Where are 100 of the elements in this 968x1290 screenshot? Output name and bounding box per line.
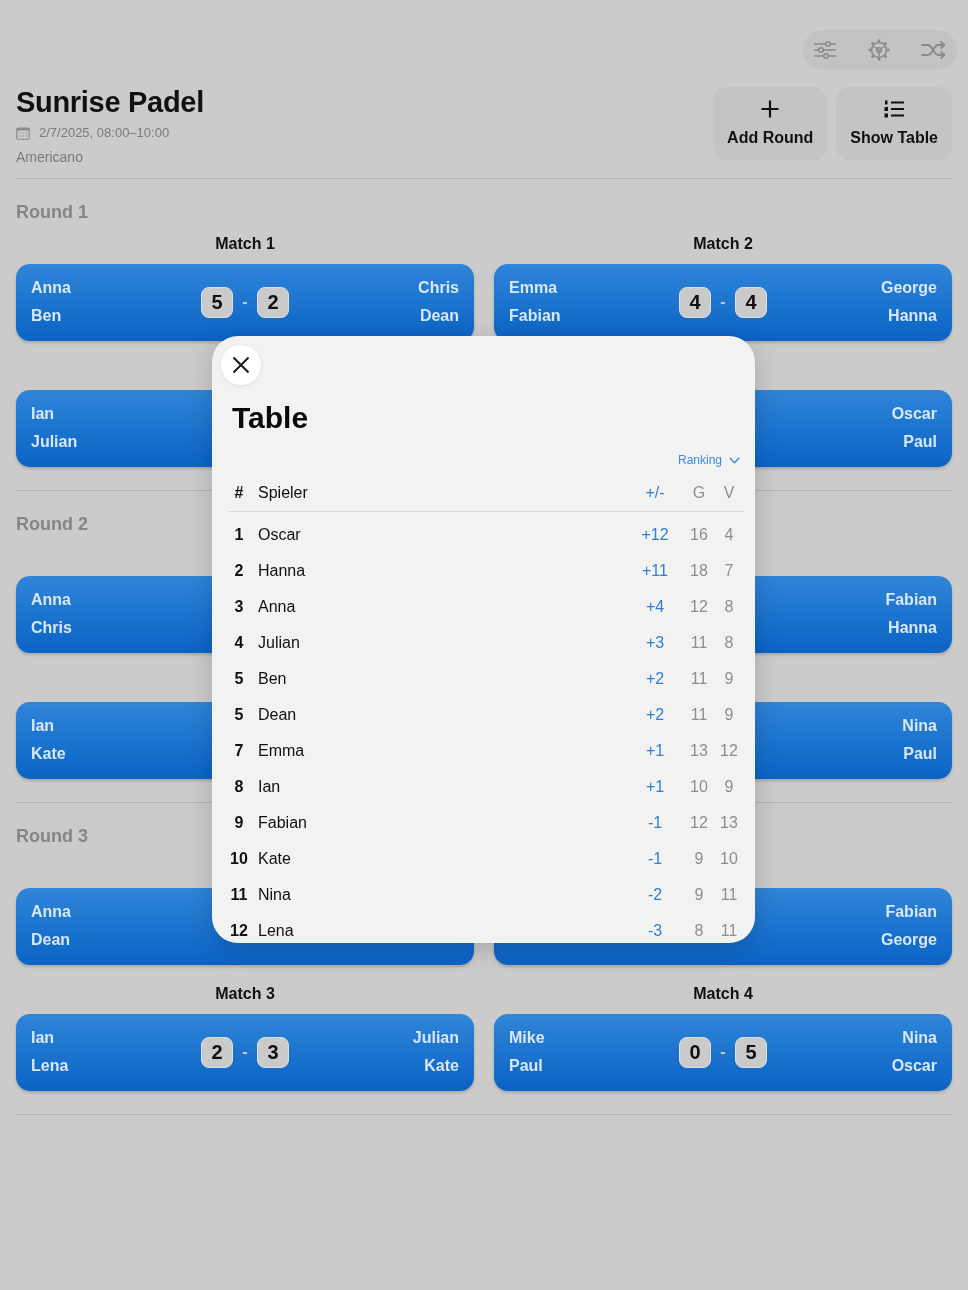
add-round-button[interactable]: Add Round <box>713 87 828 160</box>
team-score: 4 <box>679 286 711 318</box>
score-separator: - <box>719 293 727 311</box>
sliders-icon[interactable] <box>813 40 837 60</box>
team-score: 0 <box>679 1036 711 1068</box>
table-cell-text: 9 <box>693 849 705 869</box>
player-name: Hanna <box>257 561 307 581</box>
player-name: George <box>881 930 937 950</box>
player-name: George <box>881 278 937 298</box>
player-name: Nina <box>902 1028 937 1048</box>
player-name: Kate <box>424 1056 459 1076</box>
date-time: 2/7/2025, 08:00–10:00 <box>39 124 170 142</box>
tournament-title: Sunrise Padel <box>16 87 204 117</box>
player-name: Fabian <box>257 813 308 833</box>
player-name: Oscar <box>891 1056 937 1076</box>
table-cell-text: 11 <box>719 921 739 941</box>
table-cell-text: 7 <box>723 561 735 581</box>
list-icon <box>883 99 906 119</box>
player-name: Fabian <box>885 902 937 922</box>
player-name: Ian <box>31 716 55 736</box>
close-button[interactable] <box>221 345 261 385</box>
column-header: Spieler <box>257 483 309 503</box>
player-name: Fabian <box>509 306 561 326</box>
table-cell-text: 9 <box>723 777 735 797</box>
player-name: Nina <box>902 716 937 736</box>
tournament-format: Americano <box>16 148 83 167</box>
team-score: 5 <box>735 1036 767 1068</box>
plus-icon <box>760 99 781 119</box>
sheet-title: Table <box>232 400 309 436</box>
rank-number: 5 <box>233 669 245 689</box>
player-name: Fabian <box>885 590 937 610</box>
table-cell-text: 9 <box>723 669 735 689</box>
round-title: Round 1 <box>16 201 88 224</box>
player-name: Paul <box>903 744 937 764</box>
score-difference: +1 <box>644 741 666 761</box>
player-name: Anna <box>31 278 71 298</box>
table-cell-text: 9 <box>723 705 735 725</box>
player-name: Julian <box>412 1028 459 1048</box>
player-name: Emma <box>509 278 558 298</box>
chevron-down-icon <box>729 456 740 464</box>
table-cell-text: 10 <box>689 777 709 797</box>
rank-number: 11 <box>229 885 249 905</box>
player-name: Dean <box>31 930 71 950</box>
column-header: V <box>722 483 736 503</box>
score-difference: +2 <box>644 669 666 689</box>
player-name: Dean <box>419 306 459 326</box>
table-cell-text: 18 <box>689 561 709 581</box>
table-cell-text: 11 <box>719 885 739 905</box>
match-card[interactable]: Mike Paul 0 - 5 Nina Oscar <box>494 1014 952 1091</box>
column-header: +/- <box>644 483 666 503</box>
rank-number: 2 <box>233 561 245 581</box>
player-name: Anna <box>257 597 297 617</box>
match-title: Match 2 <box>693 234 753 254</box>
team-score: 5 <box>201 286 233 318</box>
table-cell-text: 13 <box>719 813 739 833</box>
player-name: Julian <box>31 432 78 452</box>
player-name: Ian <box>257 777 282 797</box>
score-difference: +12 <box>640 525 670 545</box>
score-difference: -2 <box>646 885 664 905</box>
player-name: Chris <box>31 618 72 638</box>
player-name: Dean <box>257 705 298 725</box>
table-cell-text: 11 <box>689 633 709 653</box>
close-icon <box>232 356 250 374</box>
player-name: Ben <box>31 306 62 326</box>
player-name: Lena <box>31 1056 69 1076</box>
player-name: Oscar <box>891 404 937 424</box>
table-cell-text: 8 <box>723 597 735 617</box>
team-score: 2 <box>257 286 289 318</box>
player-name: Chris <box>418 278 459 298</box>
table-cell-text: 4 <box>723 525 735 545</box>
score-separator: - <box>719 1043 727 1061</box>
shuffle-icon[interactable] <box>921 40 947 60</box>
player-name: Kate <box>257 849 292 869</box>
match-card[interactable]: Ian Lena 2 - 3 Julian Kate <box>16 1014 474 1091</box>
show-table-button[interactable]: Show Table <box>836 87 952 160</box>
player-name: Emma <box>257 741 306 761</box>
table-cell-text: 12 <box>689 813 709 833</box>
match-title: Match 3 <box>215 984 275 1004</box>
match-card[interactable]: Emma Fabian 4 - 4 George Hanna <box>494 264 952 341</box>
player-name: Anna <box>31 590 71 610</box>
score-difference: +1 <box>644 777 666 797</box>
match-card[interactable]: Anna Ben 5 - 2 Chris Dean <box>16 264 474 341</box>
round-title: Round 3 <box>16 825 88 848</box>
player-name: Nina <box>257 885 292 905</box>
rank-number: 10 <box>229 849 249 869</box>
rank-number: 5 <box>233 705 245 725</box>
player-name: Julian <box>257 633 301 653</box>
table-cell-text: 11 <box>689 705 709 725</box>
score-separator: - <box>241 293 249 311</box>
player-name: Ian <box>31 1028 55 1048</box>
player-name: Hanna <box>888 618 937 638</box>
rank-number: 4 <box>233 633 245 653</box>
player-name: Hanna <box>888 306 937 326</box>
player-name: Lena <box>257 921 295 941</box>
rank-number: 9 <box>233 813 245 833</box>
player-name: Paul <box>509 1056 543 1076</box>
gear-icon[interactable] <box>867 38 891 62</box>
score-difference: +11 <box>641 561 669 581</box>
player-name: Mike <box>509 1028 545 1048</box>
player-name: Paul <box>903 432 937 452</box>
